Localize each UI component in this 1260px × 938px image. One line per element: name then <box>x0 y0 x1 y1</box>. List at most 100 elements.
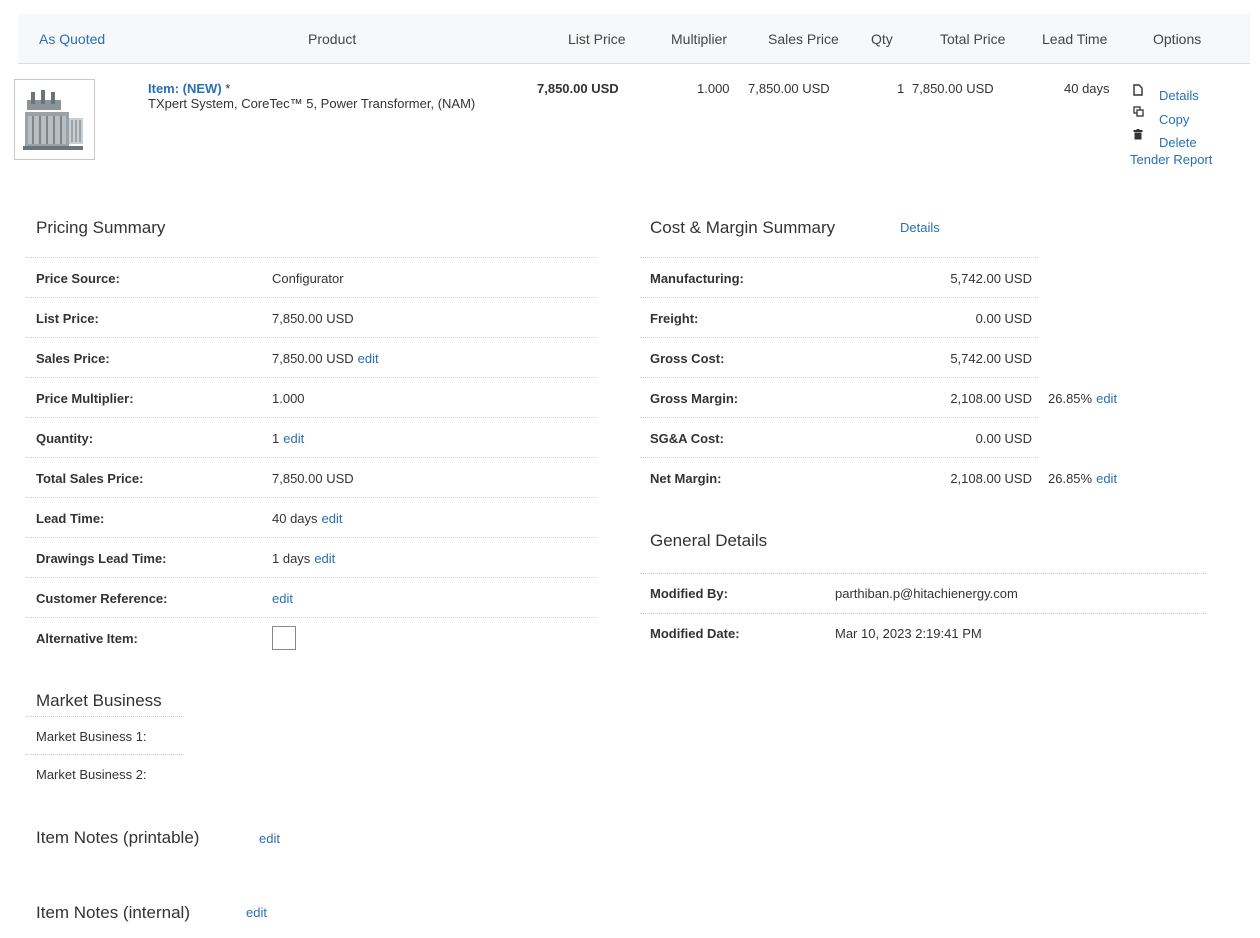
header-sales-price: Sales Price <box>768 31 839 47</box>
pricing-row: Alternative Item: <box>26 617 596 657</box>
cost-margin-row: Gross Cost: 5,742.00 USD <box>640 337 1038 377</box>
item-notes-printable-edit[interactable]: edit <box>259 831 280 846</box>
item-lead-time: 40 days <box>1064 81 1110 96</box>
cost-margin-row-value: 0.00 USD <box>975 431 1032 446</box>
pricing-row: Total Sales Price: 7,850.00 USD <box>26 457 596 497</box>
pricing-row: Customer Reference: edit <box>26 577 596 617</box>
pricing-row-value-text: 1.000 <box>272 391 305 406</box>
cost-margin-row: Net Margin: 2,108.00 USD 26.85% edit <box>640 457 1117 497</box>
cost-margin-row: SG&A Cost: 0.00 USD <box>640 417 1038 457</box>
pricing-row: List Price: 7,850.00 USD <box>26 297 596 337</box>
cost-margin-row-label: SG&A Cost: <box>650 431 724 446</box>
alternative-item-checkbox[interactable] <box>272 626 296 650</box>
pricing-row-label: Total Sales Price: <box>36 471 144 486</box>
tender-report-link[interactable]: Tender Report <box>1130 152 1212 167</box>
item-total-price: 7,850.00 USD <box>912 81 994 96</box>
header-lead-time: Lead Time <box>1042 31 1108 47</box>
pricing-row-value-text: 40 days <box>272 511 318 526</box>
pricing-summary-title: Pricing Summary <box>36 218 166 237</box>
pricing-row-label: Price Multiplier: <box>36 391 134 406</box>
cost-margin-row-value: 5,742.00 USD <box>950 271 1032 286</box>
cost-margin-title: Cost & Margin Summary <box>650 218 836 237</box>
pricing-row-value-text: 7,850.00 USD <box>272 471 354 486</box>
cost-margin-row-percent: 26.85% edit <box>1048 391 1117 406</box>
general-details-row: Modified Date: Mar 10, 2023 2:19:41 PM <box>640 613 1206 653</box>
cost-margin-row: Freight: 0.00 USD <box>640 297 1038 337</box>
cost-margin-row-percent: 26.85% edit <box>1048 471 1117 486</box>
item-qty: 1 <box>897 81 905 96</box>
trash-icon[interactable] <box>1133 129 1143 143</box>
header-product: Product <box>308 31 357 47</box>
pricing-row-value: 7,850.00 USD <box>272 471 354 486</box>
pricing-row: Sales Price: 7,850.00 USD edit <box>26 337 596 377</box>
market-business-label: Market Business 1: <box>36 729 147 744</box>
copy-icon[interactable] <box>1133 106 1144 120</box>
pricing-row-value: 40 days edit <box>272 511 343 526</box>
pricing-row-value: Configurator <box>272 271 344 286</box>
details-link[interactable]: Details <box>1159 88 1199 103</box>
cost-margin-row-label: Gross Margin: <box>650 391 739 406</box>
pricing-row-label: Alternative Item: <box>36 631 138 646</box>
cost-margin-row-value: 2,108.00 USD <box>950 471 1032 486</box>
item-notes-internal-edit[interactable]: edit <box>246 905 267 920</box>
item-new-link[interactable]: Item: (NEW) <box>148 81 222 96</box>
header-as-quoted[interactable]: As Quoted <box>39 31 105 47</box>
pricing-row-value-text: Configurator <box>272 271 344 286</box>
general-details-label: Modified Date: <box>650 626 740 641</box>
pricing-row-edit-link[interactable]: edit <box>272 591 293 606</box>
pricing-row-value-text: 1 <box>272 431 280 446</box>
pricing-row-value: 1 edit <box>272 431 304 446</box>
cost-margin-row-value: 0.00 USD <box>975 311 1032 326</box>
item-title: Item: (NEW) * <box>148 81 230 96</box>
market-business-row: Market Business 1: <box>26 716 184 754</box>
pricing-row: Quantity: 1 edit <box>26 417 596 457</box>
pricing-row-label: Price Source: <box>36 271 120 286</box>
item-title-asterisk: * <box>221 81 231 96</box>
general-details-value: parthiban.p@hitachienergy.com <box>835 586 1018 601</box>
cost-margin-row: Manufacturing: 5,742.00 USD <box>640 257 1038 297</box>
pricing-row-value-text: 7,850.00 USD <box>272 311 354 326</box>
cost-margin-row-label: Freight: <box>650 311 699 326</box>
pricing-row-value: 1.000 <box>272 391 305 406</box>
cost-margin-edit-link[interactable]: edit <box>1096 391 1117 406</box>
item-list-price: 7,850.00 USD <box>537 81 619 96</box>
pricing-row: Price Source: Configurator <box>26 257 596 297</box>
market-business-row: Market Business 2: <box>26 754 184 792</box>
item-notes-internal-title: Item Notes (internal) <box>36 903 190 922</box>
product-thumbnail[interactable] <box>14 79 95 160</box>
pricing-row-label: Drawings Lead Time: <box>36 551 167 566</box>
pricing-row-value: 1 days edit <box>272 551 335 566</box>
pricing-row-label: Lead Time: <box>36 511 105 526</box>
cost-margin-row-label: Gross Cost: <box>650 351 725 366</box>
header-qty: Qty <box>871 31 893 47</box>
cost-margin-row-label: Manufacturing: <box>650 271 744 286</box>
header-options: Options <box>1153 31 1202 47</box>
delete-link[interactable]: Delete <box>1159 135 1197 150</box>
item-notes-printable-title: Item Notes (printable) <box>36 828 200 847</box>
cost-margin-edit-link[interactable]: edit <box>1096 471 1117 486</box>
copy-link[interactable]: Copy <box>1159 112 1189 127</box>
pricing-row-label: Sales Price: <box>36 351 110 366</box>
cost-margin-percent-text: 26.85% <box>1048 471 1093 486</box>
pricing-row-value: edit <box>272 591 293 606</box>
document-icon[interactable] <box>1133 84 1143 99</box>
pricing-row-label: List Price: <box>36 311 99 326</box>
pricing-row-edit-link[interactable]: edit <box>322 511 343 526</box>
general-details-title: General Details <box>650 531 768 550</box>
cost-margin-details-link[interactable]: Details <box>900 220 940 235</box>
header-multiplier: Multiplier <box>671 31 728 47</box>
cost-margin-row-label: Net Margin: <box>650 471 722 486</box>
general-details-value: Mar 10, 2023 2:19:41 PM <box>835 626 982 641</box>
pricing-row-value: 7,850.00 USD edit <box>272 351 379 366</box>
pricing-row-edit-link[interactable]: edit <box>283 431 304 446</box>
cost-margin-row-value: 5,742.00 USD <box>950 351 1032 366</box>
power-transformer-image <box>15 80 94 159</box>
pricing-row-edit-link[interactable]: edit <box>358 351 379 366</box>
header-total-price: Total Price <box>940 31 1006 47</box>
header-list-price: List Price <box>568 31 626 47</box>
pricing-row-edit-link[interactable]: edit <box>314 551 335 566</box>
general-details-row: Modified By: parthiban.p@hitachienergy.co… <box>640 573 1206 613</box>
market-business-title: Market Business <box>36 691 162 710</box>
item-description: TXpert System, CoreTec™ 5, Power Transfo… <box>148 96 476 111</box>
general-details-label: Modified By: <box>650 586 728 601</box>
